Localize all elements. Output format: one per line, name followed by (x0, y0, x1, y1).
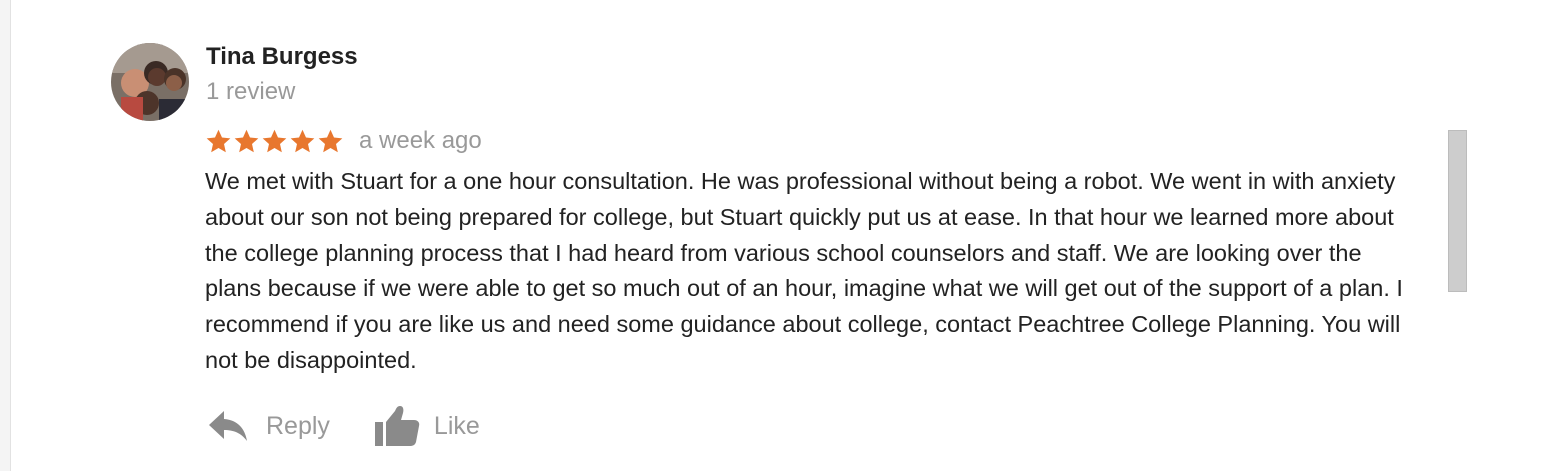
user-photo-avatar-icon (111, 43, 189, 121)
left-panel-edge (0, 0, 11, 471)
star-icon (234, 129, 259, 152)
reply-label: Reply (266, 411, 330, 440)
star-icon (318, 129, 343, 152)
star-icon (206, 129, 231, 152)
star-rating (205, 128, 345, 155)
review-time: a week ago (359, 127, 482, 154)
reply-button[interactable]: Reply (208, 409, 330, 443)
avatar[interactable] (111, 43, 189, 121)
rating-row: a week ago (205, 125, 482, 157)
scrollbar-thumb[interactable] (1448, 130, 1467, 292)
review-actions: Reply Like (208, 402, 480, 450)
like-label: Like (433, 411, 480, 440)
review-count[interactable]: 1 review (206, 77, 295, 107)
star-icon (290, 129, 315, 152)
review-text: We met with Stuart for a one hour consul… (205, 168, 1403, 373)
star-icon (262, 129, 287, 152)
author-name[interactable]: Tina Burgess (206, 42, 358, 72)
reply-arrow-icon (209, 411, 247, 441)
thumbs-up-icon (374, 406, 420, 446)
like-button[interactable]: Like (374, 405, 480, 447)
